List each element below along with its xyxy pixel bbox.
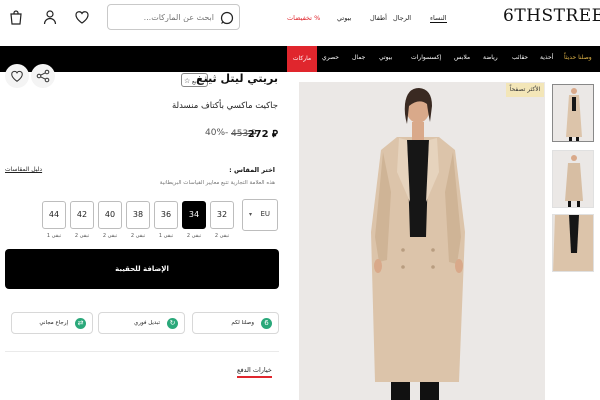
exchange-icon: ↻	[167, 318, 178, 329]
category-shoes[interactable]: أحذية	[540, 54, 553, 61]
category-clothing[interactable]: ملابس	[454, 54, 470, 61]
payment-options-tab[interactable]: خيارات الدفع	[237, 366, 272, 378]
size-stock-34: تبقى 2	[186, 233, 202, 239]
category-exclusive[interactable]: حصري	[322, 54, 339, 61]
perk-delivery-label: وصلنا لكم	[231, 320, 254, 326]
size-stock-36: تبقى 1	[158, 233, 174, 239]
category-beauty[interactable]: بيوتي	[379, 54, 392, 61]
current-price: 272 ⃁	[247, 129, 278, 140]
perk-returns[interactable]: ⇄ إرجاع مجاني	[11, 312, 93, 334]
category-brands[interactable]: ماركات	[287, 46, 317, 72]
delivery-icon: 6	[261, 318, 272, 329]
account-icon[interactable]	[42, 9, 58, 25]
share-button[interactable]	[31, 64, 55, 88]
category-accessories[interactable]: إكسسوارات	[411, 54, 441, 61]
size-stock-32: تبقى 2	[214, 233, 230, 239]
size-standard-note: هذه العلامة التجارية تتبع معايير القياسا…	[159, 180, 275, 186]
perk-returns-label: إرجاع مجاني	[39, 320, 68, 326]
star-icon: ☆	[184, 77, 191, 85]
nav-beauty[interactable]: بيوتي	[337, 14, 351, 22]
add-to-wishlist-button[interactable]	[5, 64, 29, 88]
nav-offers[interactable]: تخفيضات %	[287, 14, 320, 22]
category-sports[interactable]: رياضة	[483, 54, 498, 61]
size-option-42[interactable]: 42	[70, 201, 94, 229]
chevron-down-icon: ▾	[249, 211, 253, 218]
size-guide-link[interactable]: دليل المقاسات	[5, 166, 42, 173]
site-logo[interactable]: 6THSTREET	[503, 6, 600, 26]
search-input[interactable]	[114, 9, 214, 25]
category-new-arrivals[interactable]: وصلنا حديثاً	[564, 54, 592, 61]
thumbnail-3[interactable]	[552, 214, 594, 272]
brand-name[interactable]: بريتي ليتل ثينغ	[196, 72, 278, 85]
size-option-38[interactable]: 38	[126, 201, 150, 229]
size-selector-title: اختر المقاس :	[229, 166, 275, 174]
returns-icon: ⇄	[75, 318, 86, 329]
size-stock-42: تبقى 2	[74, 233, 90, 239]
add-to-bag-button[interactable]: الإضافة للحقيبة	[5, 249, 279, 289]
discount-percent: 40%-	[205, 128, 229, 138]
size-region-select[interactable]: ▾ EU	[242, 199, 278, 231]
category-bar: ماركات حصري جمال بيوتي إكسسوارات ملابس ر…	[0, 46, 600, 72]
bestseller-badge: الأكثر تصفحاً	[506, 83, 544, 97]
section-divider	[5, 351, 279, 352]
perk-delivery[interactable]: 6 وصلنا لكم	[192, 312, 279, 334]
size-option-36[interactable]: 36	[154, 201, 178, 229]
shopping-bag-icon[interactable]	[8, 9, 24, 25]
product-title: جاكيت ماكسي بأكتاف منسدلة	[171, 101, 278, 111]
size-option-34[interactable]: 34	[182, 201, 206, 229]
thumbnail-2[interactable]	[552, 150, 594, 208]
size-stock-44: تبقى 1	[46, 233, 62, 239]
nav-women[interactable]: النساء	[430, 14, 447, 23]
thumbnail-1[interactable]	[552, 84, 594, 142]
perk-exchange-label: تبديل فوري	[134, 320, 160, 326]
size-stock-40: تبقى 2	[102, 233, 118, 239]
nav-men[interactable]: الرجال	[393, 14, 411, 22]
size-stock-38: تبقى 2	[130, 233, 146, 239]
search-box[interactable]	[107, 4, 240, 30]
size-option-44[interactable]: 44	[42, 201, 66, 229]
product-main-image[interactable]	[299, 82, 545, 400]
category-home[interactable]: جمال	[352, 54, 365, 61]
nav-kids[interactable]: أطفال	[370, 14, 387, 22]
perk-exchange[interactable]: ↻ تبديل فوري	[98, 312, 185, 334]
category-bags[interactable]: حقائب	[512, 54, 528, 61]
wishlist-icon[interactable]	[74, 9, 90, 25]
size-option-40[interactable]: 40	[98, 201, 122, 229]
site-header: تخفيضات % بيوتي أطفال الرجال النساء 6THS…	[0, 0, 600, 45]
search-icon[interactable]	[220, 10, 234, 25]
size-region-value: EU	[260, 210, 270, 218]
size-option-32[interactable]: 32	[210, 201, 234, 229]
